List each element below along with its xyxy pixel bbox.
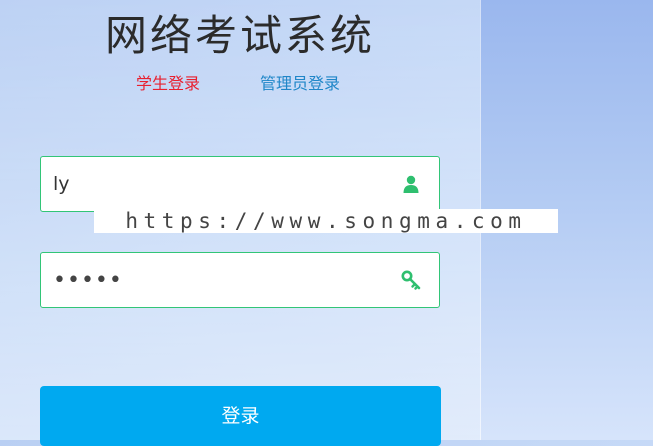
page-title: 网络考试系统: [104, 11, 375, 60]
user-icon: [401, 174, 421, 194]
login-type-tabs: 学生登录 管理员登录: [0, 70, 480, 94]
login-button[interactable]: 登录: [40, 386, 441, 446]
tab-student-login[interactable]: 学生登录: [136, 70, 200, 94]
username-input[interactable]: [53, 157, 393, 211]
key-icon: [401, 270, 421, 290]
password-input[interactable]: [53, 253, 393, 307]
password-field[interactable]: [40, 252, 440, 308]
tab-admin-login[interactable]: 管理员登录: [260, 70, 340, 94]
username-field[interactable]: [40, 156, 440, 212]
watermark-banner: https://www.songma.com: [94, 209, 558, 233]
